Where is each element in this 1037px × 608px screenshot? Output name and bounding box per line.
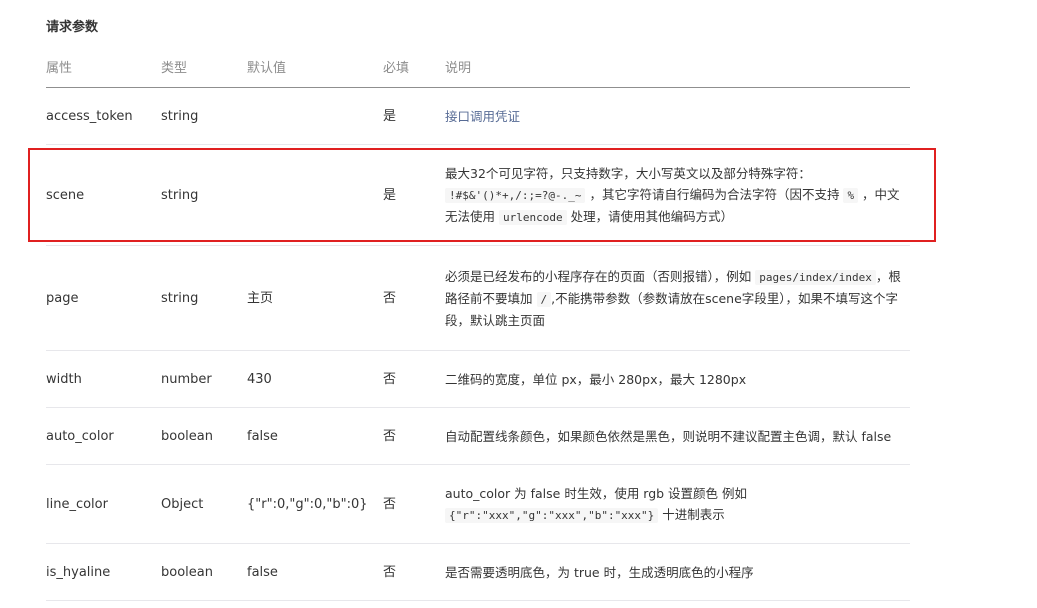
table-row-page: page string 主页 否 必须是已经发布的小程序存在的页面（否则报错），…: [46, 246, 910, 351]
header-default: 默认值: [247, 61, 287, 76]
param-name: scene: [46, 187, 85, 203]
param-name: width: [46, 371, 82, 387]
param-desc: 自动配置线条颜色，如果颜色依然是黑色，则说明不建议配置主色调，默认 false: [445, 428, 892, 444]
desc-code: {"r":"xxx","g":"xxx","b":"xxx"}: [445, 507, 659, 523]
table-row-auto-color: auto_color boolean false 否 自动配置线条颜色，如果颜色…: [46, 408, 910, 465]
param-required: 否: [383, 496, 397, 512]
param-desc: 接口调用凭证: [445, 106, 910, 127]
param-name: line_color: [46, 496, 108, 512]
param-type: string: [161, 290, 199, 306]
param-name: is_hyaline: [46, 564, 111, 580]
param-type: number: [161, 371, 212, 387]
param-default: false: [247, 428, 278, 444]
param-desc: 必须是已经发布的小程序存在的页面（否则报错），例如 pages/index/in…: [445, 266, 910, 331]
param-desc: 最大32个可见字符，只支持数字，大小写英文以及部分特殊字符： !#$&'()*+…: [445, 163, 910, 228]
param-name: page: [46, 290, 79, 306]
table-row-width: width number 430 否 二维码的宽度，单位 px，最小 280px…: [46, 351, 910, 408]
header-name: 属性: [46, 61, 73, 76]
desc-code: urlencode: [499, 209, 567, 225]
desc-text: 最大32个可见字符，只支持数字，大小写英文以及部分特殊字符：: [445, 165, 811, 181]
desc-code: %: [843, 187, 859, 203]
param-desc: 是否需要透明底色，为 true 时，生成透明底色的小程序: [445, 564, 754, 580]
header-required: 必填: [383, 61, 410, 76]
table-row-line-color: line_color Object {"r":0,"g":0,"b":0} 否 …: [46, 465, 910, 544]
desc-code: /: [536, 291, 552, 307]
param-required: 是: [383, 187, 397, 203]
param-required: 否: [383, 290, 397, 306]
param-required: 否: [383, 371, 397, 387]
param-name: access_token: [46, 108, 133, 124]
param-desc: auto_color 为 false 时生效，使用 rgb 设置颜色 例如 {"…: [445, 483, 910, 526]
params-table: 属性 类型 默认值 必填 说明 access_token string 是 接口…: [46, 50, 910, 601]
desc-text: auto_color 为 false 时生效，使用 rgb 设置颜色 例如: [445, 485, 748, 501]
desc-code: pages/index/index: [755, 269, 876, 285]
desc-text: 十进制表示: [662, 506, 725, 522]
param-type: string: [161, 108, 199, 124]
desc-text: 必须是已经发布的小程序存在的页面（否则报错），例如: [445, 268, 752, 284]
header-type: 类型: [161, 61, 188, 76]
access-token-link[interactable]: 接口调用凭证: [445, 109, 520, 124]
param-default: false: [247, 564, 278, 580]
param-default: 主页: [247, 290, 274, 306]
desc-text: 处理，请使用其他编码方式）: [570, 208, 734, 224]
param-required: 是: [383, 108, 397, 124]
param-required: 否: [383, 564, 397, 580]
param-name: auto_color: [46, 428, 114, 444]
param-type: Object: [161, 496, 204, 512]
table-row-scene: scene string 是 最大32个可见字符，只支持数字，大小写英文以及部分…: [46, 145, 910, 246]
desc-code: !#$&'()*+,/:;=?@-._~: [445, 187, 586, 203]
table-header-row: 属性 类型 默认值 必填 说明: [46, 50, 910, 88]
desc-text: ，其它字符请自行编码为合法字符（因不支持: [589, 186, 840, 202]
param-type: string: [161, 187, 199, 203]
table-row-access-token: access_token string 是 接口调用凭证: [46, 88, 910, 145]
param-default: 430: [247, 371, 272, 387]
param-type: boolean: [161, 428, 213, 444]
param-required: 否: [383, 428, 397, 444]
param-default: {"r":0,"g":0,"b":0}: [247, 496, 368, 512]
header-desc: 说明: [445, 61, 472, 76]
section-title: 请求参数: [46, 20, 99, 35]
param-type: boolean: [161, 564, 213, 580]
param-desc: 二维码的宽度，单位 px，最小 280px，最大 1280px: [445, 371, 747, 387]
table-row-is-hyaline: is_hyaline boolean false 否 是否需要透明底色，为 tr…: [46, 544, 910, 601]
